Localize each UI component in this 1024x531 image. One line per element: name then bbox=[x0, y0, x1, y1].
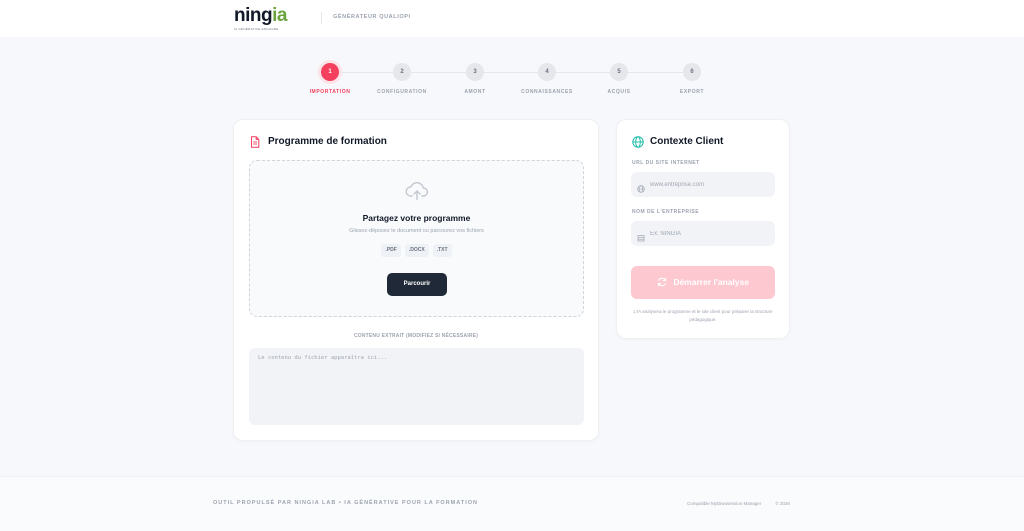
dropzone-title: Partagez votre programme bbox=[362, 213, 471, 223]
file-type-badge-pdf: .PDF bbox=[381, 244, 401, 257]
website-url-label: URL DU SITE INTERNET bbox=[632, 160, 700, 166]
ningia-logo[interactable]: ningia IA GÉNÉRATIVE ENGAGÉE bbox=[234, 5, 287, 32]
step-acquis[interactable]: 5 ACQUIS bbox=[579, 63, 659, 95]
file-type-badge-txt: .TXT bbox=[432, 244, 452, 257]
company-name-field bbox=[631, 221, 775, 246]
logo-tagline: IA GÉNÉRATIVE ENGAGÉE bbox=[234, 27, 279, 31]
extracted-content-textarea[interactable] bbox=[249, 348, 584, 425]
footer-compat: Compatible MyDiwosession Manager bbox=[687, 501, 762, 506]
step-label: ACQUIS bbox=[607, 89, 631, 95]
browse-button[interactable]: Parcourir bbox=[387, 273, 447, 296]
step-label: CONNAISSANCES bbox=[521, 89, 573, 95]
globe-icon bbox=[632, 135, 644, 153]
step-export[interactable]: 6 EXPORT bbox=[652, 63, 732, 95]
website-url-field bbox=[631, 172, 775, 197]
file-dropzone[interactable]: Partagez votre programme Glissez-déposez… bbox=[249, 160, 584, 317]
globe-icon bbox=[637, 180, 645, 198]
file-type-badge-docx: .DOCX bbox=[404, 244, 429, 257]
extracted-content-label: CONTENU EXTRAIT (MODIFIEZ SI NÉCESSAIRE) bbox=[353, 333, 479, 339]
step-configuration[interactable]: 2 CONFIGURATION bbox=[362, 63, 442, 95]
step-number: 2 bbox=[393, 63, 411, 81]
step-number: 5 bbox=[610, 63, 628, 81]
program-card-title: Programme de formation bbox=[268, 136, 387, 147]
step-label: IMPORTATION bbox=[309, 89, 351, 95]
footer-meta: Compatible MyDiwosession Manager © 2026 bbox=[687, 501, 790, 506]
header-subtitle: GÉNÉRATEUR QUALIOPI bbox=[333, 14, 411, 20]
client-context-card: Contexte Client URL DU SITE INTERNET NOM… bbox=[616, 119, 790, 339]
step-label: AMONT bbox=[464, 89, 486, 95]
header-divider bbox=[321, 12, 322, 24]
company-name-label: NOM DE L'ENTREPRISE bbox=[632, 209, 700, 215]
website-url-input[interactable] bbox=[650, 172, 770, 197]
step-number: 6 bbox=[683, 63, 701, 81]
file-type-list: .PDF .DOCX .TXT bbox=[250, 244, 583, 257]
cloud-upload-icon bbox=[405, 181, 429, 206]
logo-wordmark: ningia bbox=[234, 5, 287, 26]
step-number: 1 bbox=[321, 63, 339, 81]
program-card: Programme de formation Partagez votre pr… bbox=[233, 119, 599, 441]
progress-stepper: 1 IMPORTATION 2 CONFIGURATION 3 AMONT 4 … bbox=[0, 60, 1024, 100]
step-label: EXPORT bbox=[679, 89, 705, 95]
client-card-title: Contexte Client bbox=[650, 136, 724, 147]
step-label: CONFIGURATION bbox=[377, 89, 427, 95]
document-icon bbox=[250, 135, 260, 153]
dropzone-subtitle: Glissez-déposez le document ou parcourez… bbox=[349, 228, 484, 234]
company-name-input[interactable] bbox=[650, 221, 770, 246]
top-header: ningia IA GÉNÉRATIVE ENGAGÉE GÉNÉRATEUR … bbox=[0, 0, 1024, 37]
step-connaissances[interactable]: 4 CONNAISSANCES bbox=[507, 63, 587, 95]
start-analysis-button[interactable]: Démarrer l'analyse bbox=[631, 266, 775, 299]
refresh-icon bbox=[657, 277, 673, 287]
footer-copyright: © 2026 bbox=[775, 501, 790, 506]
start-analysis-label: Démarrer l'analyse bbox=[673, 277, 750, 287]
step-number: 3 bbox=[466, 63, 484, 81]
step-amont[interactable]: 3 AMONT bbox=[435, 63, 515, 95]
step-importation[interactable]: 1 IMPORTATION bbox=[290, 63, 370, 95]
footer-powered-by: OUTIL PROPULSÉ PAR NINGIA LAB • IA GÉNÉR… bbox=[213, 500, 478, 506]
building-icon bbox=[637, 229, 645, 247]
analysis-note: L'IA analysera le programme et le site c… bbox=[633, 309, 773, 322]
page-footer: OUTIL PROPULSÉ PAR NINGIA LAB • IA GÉNÉR… bbox=[0, 476, 1024, 531]
step-number: 4 bbox=[538, 63, 556, 81]
